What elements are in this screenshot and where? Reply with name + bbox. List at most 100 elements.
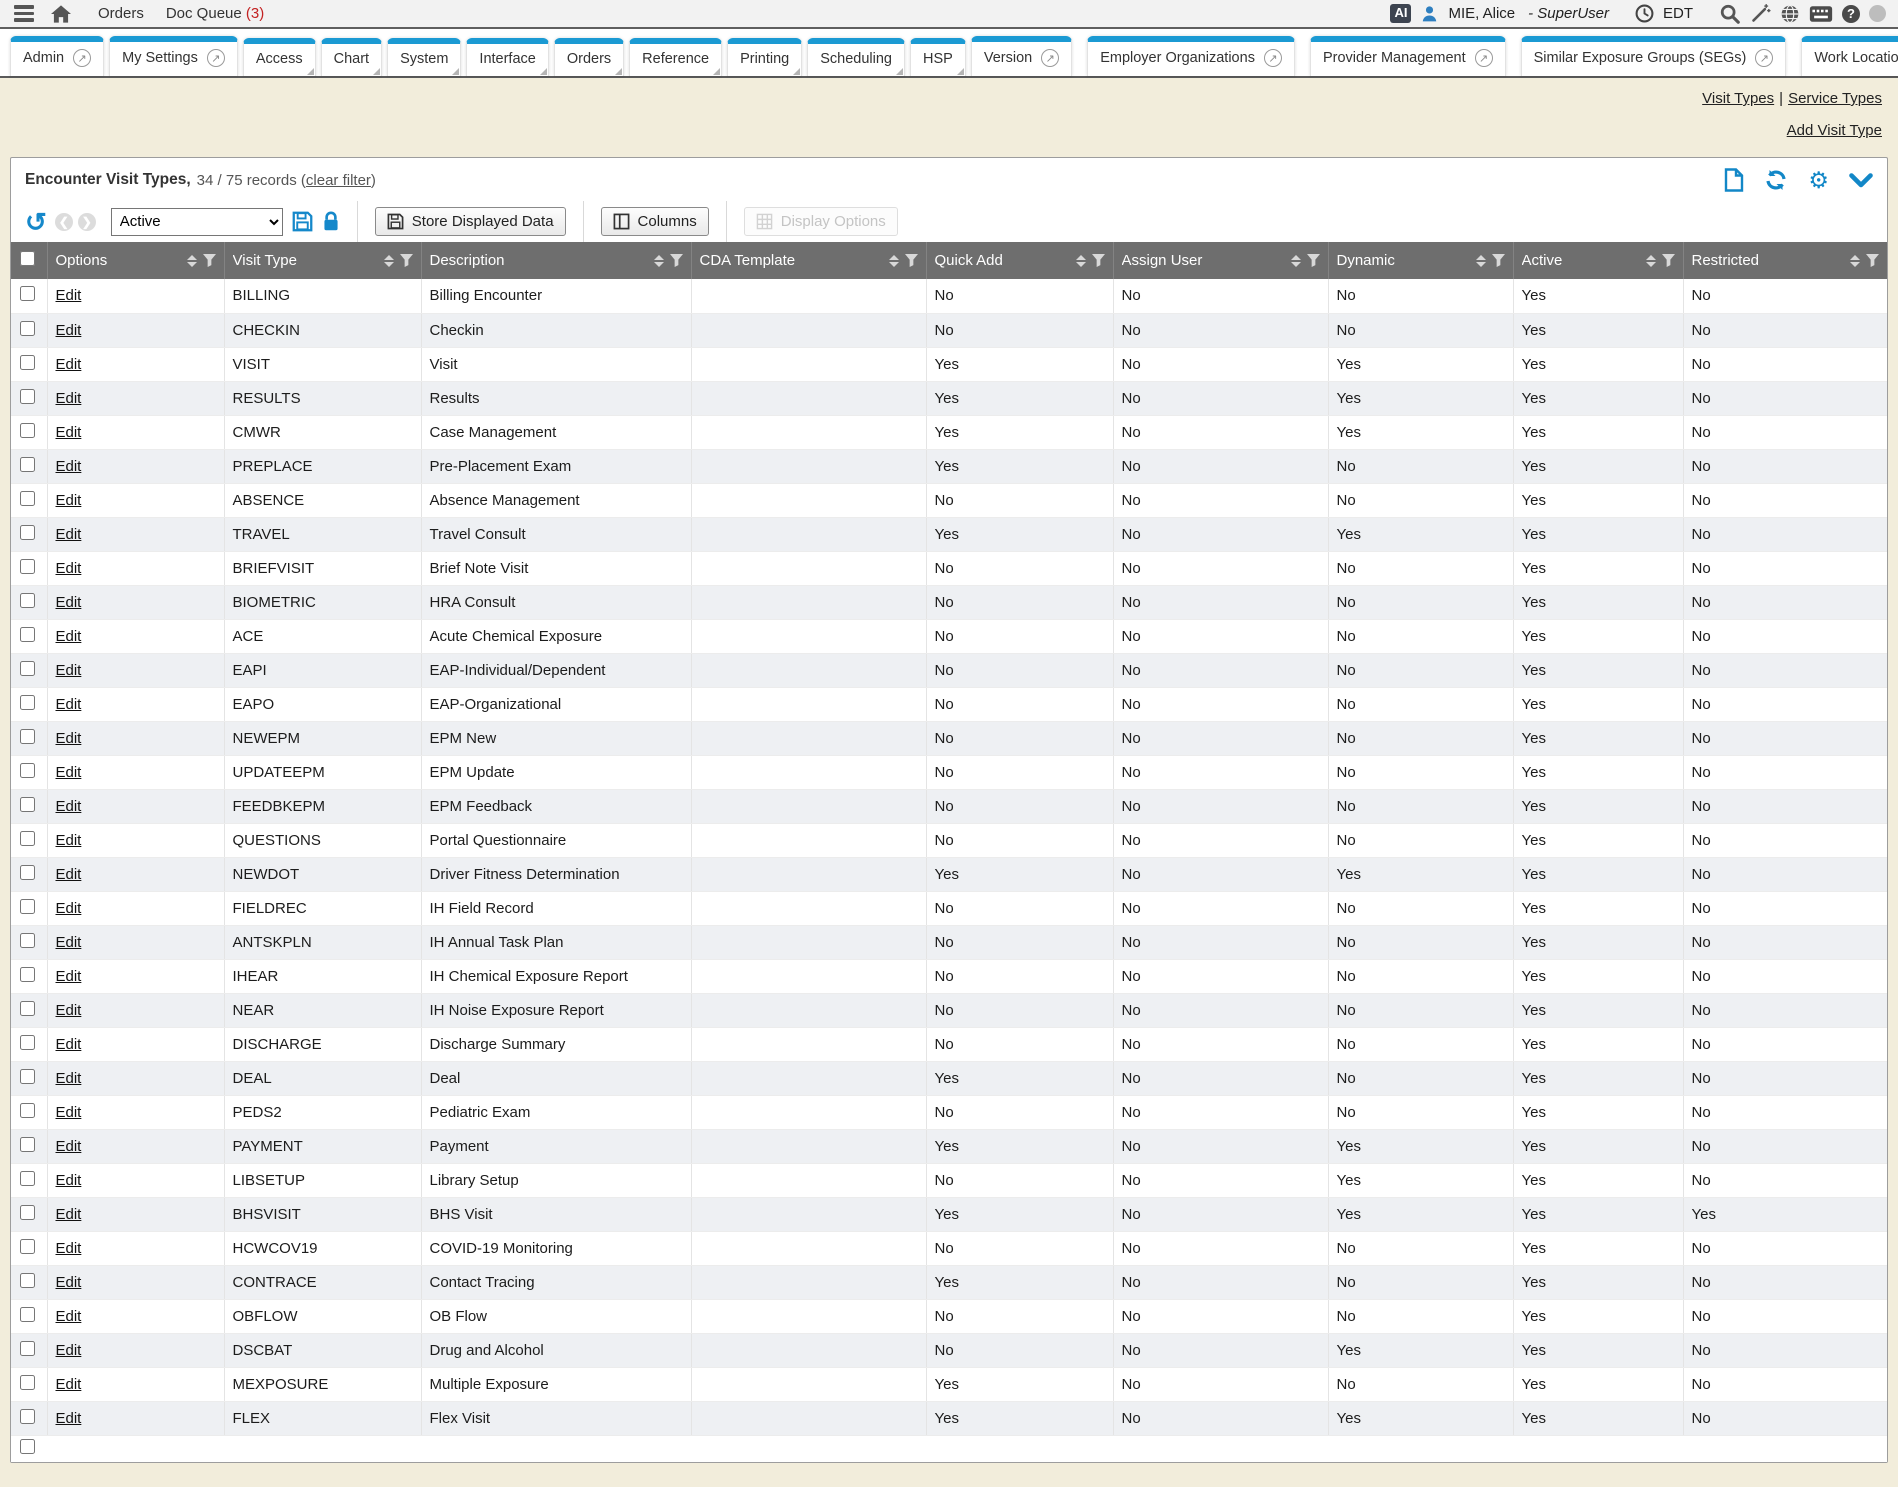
- row-checkbox[interactable]: [20, 355, 35, 370]
- edit-link[interactable]: Edit: [56, 1070, 82, 1087]
- save-filter-icon[interactable]: [292, 211, 313, 232]
- magic-wand-icon[interactable]: [1750, 3, 1771, 24]
- sort-icon[interactable]: [384, 255, 394, 267]
- row-checkbox[interactable]: [20, 1035, 35, 1050]
- row-checkbox[interactable]: [20, 763, 35, 778]
- tab-system[interactable]: System: [387, 38, 461, 76]
- status-filter-select[interactable]: Active: [111, 208, 283, 236]
- edit-link[interactable]: Edit: [56, 764, 82, 781]
- edit-link[interactable]: Edit: [56, 492, 82, 509]
- filter-funnel-icon[interactable]: [1492, 254, 1505, 267]
- column-header-quick-add[interactable]: Quick Add: [935, 252, 1070, 269]
- column-header-active[interactable]: Active: [1522, 252, 1640, 269]
- sort-icon[interactable]: [1646, 255, 1656, 267]
- sort-icon[interactable]: [1076, 255, 1086, 267]
- edit-link[interactable]: Edit: [56, 1376, 82, 1393]
- row-checkbox[interactable]: [20, 491, 35, 506]
- row-checkbox[interactable]: [20, 967, 35, 982]
- edit-link[interactable]: Edit: [56, 866, 82, 883]
- edit-link[interactable]: Edit: [56, 900, 82, 917]
- row-checkbox[interactable]: [20, 286, 35, 301]
- edit-link[interactable]: Edit: [56, 322, 82, 339]
- external-link-icon[interactable]: ↗: [1041, 49, 1059, 67]
- edit-link[interactable]: Edit: [56, 1002, 82, 1019]
- edit-link[interactable]: Edit: [56, 458, 82, 475]
- edit-link[interactable]: Edit: [56, 696, 82, 713]
- hamburger-menu-icon[interactable]: [12, 3, 36, 24]
- column-header-assign-user[interactable]: Assign User: [1122, 252, 1285, 269]
- undo-icon[interactable]: ↺: [25, 209, 47, 235]
- sort-icon[interactable]: [1476, 255, 1486, 267]
- new-record-checkbox[interactable]: [20, 1439, 35, 1454]
- row-checkbox[interactable]: [20, 933, 35, 948]
- tab-similar-exposure-groups-segs[interactable]: Similar Exposure Groups (SEGs)↗: [1521, 36, 1787, 76]
- external-link-icon[interactable]: ↗: [207, 49, 225, 67]
- edit-link[interactable]: Edit: [56, 934, 82, 951]
- tab-reference[interactable]: Reference: [629, 38, 722, 76]
- settings-gear-icon[interactable]: ⚙: [1808, 169, 1829, 192]
- back-icon[interactable]: ❮: [55, 213, 73, 231]
- row-checkbox[interactable]: [20, 423, 35, 438]
- edit-link[interactable]: Edit: [56, 1206, 82, 1223]
- edit-link[interactable]: Edit: [56, 560, 82, 577]
- edit-link[interactable]: Edit: [56, 1240, 82, 1257]
- edit-link[interactable]: Edit: [56, 287, 82, 304]
- external-link-icon[interactable]: ↗: [1264, 49, 1282, 67]
- edit-link[interactable]: Edit: [56, 1172, 82, 1189]
- edit-link[interactable]: Edit: [56, 1104, 82, 1121]
- tab-admin[interactable]: Admin↗: [10, 36, 104, 76]
- new-document-icon[interactable]: [1724, 168, 1744, 192]
- row-checkbox[interactable]: [20, 321, 35, 336]
- topnav-doc-queue-link[interactable]: Doc Queue (3): [166, 5, 264, 22]
- add-visit-type-link[interactable]: Add Visit Type: [1787, 122, 1882, 139]
- row-checkbox[interactable]: [20, 831, 35, 846]
- collapse-chevron-icon[interactable]: [1849, 173, 1873, 188]
- ai-badge[interactable]: AI: [1390, 4, 1411, 22]
- tab-version[interactable]: Version↗: [971, 36, 1072, 76]
- tab-orders[interactable]: Orders: [554, 38, 624, 76]
- clear-filter-link[interactable]: clear filter: [306, 172, 371, 189]
- row-checkbox[interactable]: [20, 627, 35, 642]
- topnav-orders-link[interactable]: Orders: [98, 5, 144, 22]
- service-types-link[interactable]: Service Types: [1788, 90, 1882, 107]
- edit-link[interactable]: Edit: [56, 1342, 82, 1359]
- row-checkbox[interactable]: [20, 865, 35, 880]
- edit-link[interactable]: Edit: [56, 594, 82, 611]
- row-checkbox[interactable]: [20, 1341, 35, 1356]
- tab-work-locations[interactable]: Work Locations↗: [1801, 36, 1898, 76]
- column-header-visit-type[interactable]: Visit Type: [233, 252, 378, 269]
- tab-printing[interactable]: Printing: [727, 38, 802, 76]
- tab-hsp[interactable]: HSP: [910, 38, 966, 76]
- row-checkbox[interactable]: [20, 1069, 35, 1084]
- row-checkbox[interactable]: [20, 695, 35, 710]
- row-checkbox[interactable]: [20, 899, 35, 914]
- row-checkbox[interactable]: [20, 1239, 35, 1254]
- edit-link[interactable]: Edit: [56, 424, 82, 441]
- row-checkbox[interactable]: [20, 797, 35, 812]
- row-checkbox[interactable]: [20, 457, 35, 472]
- row-checkbox[interactable]: [20, 729, 35, 744]
- edit-link[interactable]: Edit: [56, 798, 82, 815]
- row-checkbox[interactable]: [20, 1171, 35, 1186]
- edit-link[interactable]: Edit: [56, 730, 82, 747]
- row-checkbox[interactable]: [20, 525, 35, 540]
- edit-link[interactable]: Edit: [56, 1410, 82, 1427]
- visit-types-link[interactable]: Visit Types: [1702, 90, 1774, 107]
- row-checkbox[interactable]: [20, 1273, 35, 1288]
- filter-funnel-icon[interactable]: [905, 254, 918, 267]
- filter-funnel-icon[interactable]: [1866, 254, 1879, 267]
- edit-link[interactable]: Edit: [56, 832, 82, 849]
- tab-provider-management[interactable]: Provider Management↗: [1310, 36, 1506, 76]
- forward-icon[interactable]: ❯: [78, 213, 96, 231]
- search-icon[interactable]: [1719, 3, 1741, 25]
- clock-icon[interactable]: [1635, 4, 1654, 23]
- column-header-cda-template[interactable]: CDA Template: [700, 252, 883, 269]
- edit-link[interactable]: Edit: [56, 968, 82, 985]
- row-checkbox[interactable]: [20, 1205, 35, 1220]
- help-icon[interactable]: ?: [1842, 5, 1860, 23]
- edit-link[interactable]: Edit: [56, 1308, 82, 1325]
- external-link-icon[interactable]: ↗: [1475, 49, 1493, 67]
- column-header-dynamic[interactable]: Dynamic: [1337, 252, 1470, 269]
- sort-icon[interactable]: [1291, 255, 1301, 267]
- columns-button[interactable]: Columns: [601, 207, 709, 236]
